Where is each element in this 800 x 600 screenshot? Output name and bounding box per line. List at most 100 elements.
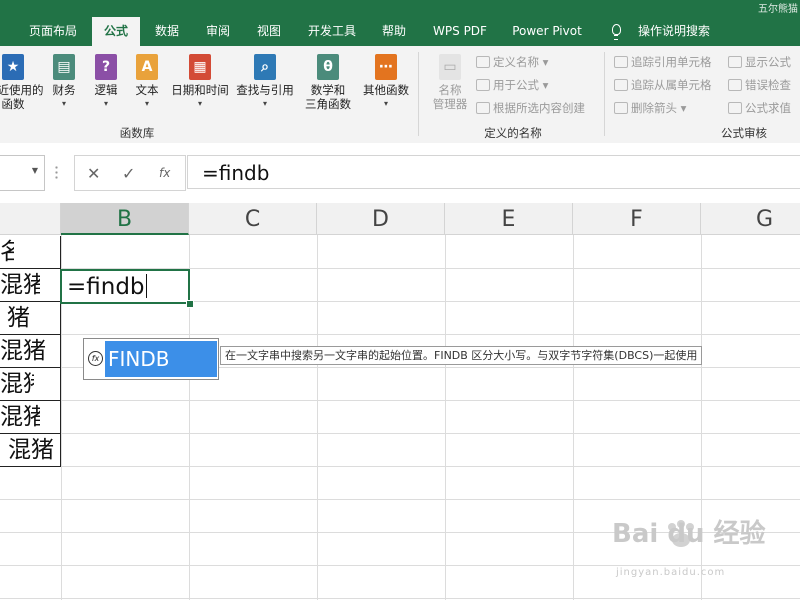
more-icon: ⋯ bbox=[375, 54, 397, 80]
cell-a[interactable]: 猪 bbox=[0, 302, 30, 335]
lookup-reference-button[interactable]: ⌕ 查找与引用 ▾ bbox=[234, 54, 296, 111]
watermark-text: Bai du 经验 bbox=[612, 519, 766, 549]
insert-function-icon[interactable]: fx bbox=[159, 166, 170, 180]
cell-a[interactable]: 混猪 bbox=[0, 401, 40, 434]
grid-line bbox=[0, 565, 800, 566]
magnifier-icon: ⌕ bbox=[254, 54, 276, 80]
group-separator bbox=[604, 52, 605, 136]
text-button[interactable]: A 文本 ▾ bbox=[128, 54, 166, 111]
autocomplete-item-findb[interactable]: fx FINDB bbox=[84, 339, 218, 379]
more-functions-button[interactable]: ⋯ 其他函数 ▾ bbox=[360, 54, 412, 111]
table-border bbox=[0, 334, 61, 335]
function-icon: fx bbox=[88, 351, 103, 366]
cancel-icon[interactable]: ✕ bbox=[87, 164, 100, 183]
column-header-b[interactable]: B bbox=[61, 203, 189, 235]
tab-page-layout[interactable]: 页面布局 bbox=[18, 17, 88, 46]
define-name-button[interactable]: 定义名称 ▾ bbox=[476, 54, 548, 70]
chevron-down-icon: ▾ bbox=[262, 99, 267, 108]
chevron-down-icon: ▾ bbox=[144, 99, 149, 108]
trace-precedents-button[interactable]: 追踪引用单元格 bbox=[614, 54, 712, 70]
tab-power-pivot[interactable]: Power Pivot bbox=[505, 17, 589, 46]
table-border bbox=[0, 466, 61, 467]
function-tooltip: 在一文字串中搜索另一文字串的起始位置。FINDB 区分大小写。与双字节字符集(D… bbox=[220, 346, 703, 365]
chevron-down-icon: ▾ bbox=[197, 99, 202, 108]
active-cell-b2[interactable]: =findb bbox=[60, 269, 190, 304]
group-label-formula-auditing: 公式审核 bbox=[721, 126, 767, 140]
name-manager-button[interactable]: ▭ 名称 管理器 bbox=[428, 54, 472, 111]
fill-handle[interactable] bbox=[186, 300, 194, 308]
remove-arrows-button[interactable]: 删除箭头 ▾ bbox=[614, 100, 686, 116]
financial-button[interactable]: ▤ 财务 ▾ bbox=[44, 54, 84, 111]
text-cursor bbox=[145, 274, 147, 298]
tab-developer[interactable]: 开发工具 bbox=[300, 17, 364, 46]
name-tag-icon: ▭ bbox=[439, 54, 461, 80]
recently-used-button[interactable]: ★ 最近使用的 函数 bbox=[0, 54, 44, 111]
theta-icon: θ bbox=[317, 54, 339, 80]
column-header-e[interactable]: E bbox=[445, 203, 573, 235]
cell-a[interactable]: 混猪 bbox=[0, 335, 46, 368]
trace-arrow-icon bbox=[614, 79, 628, 91]
formula-bar: ▼ ✕ ✓ fx =findb bbox=[0, 143, 800, 203]
enter-check-icon[interactable]: ✓ bbox=[122, 164, 135, 183]
cell-a[interactable]: 混猪 bbox=[0, 434, 54, 467]
error-checking-button[interactable]: 错误检查 bbox=[728, 77, 791, 93]
column-header-f[interactable]: F bbox=[573, 203, 701, 235]
watermark-url: jingyan.baidu.com bbox=[616, 567, 726, 578]
fx-icon bbox=[476, 79, 490, 91]
cell-a-header[interactable]: 名 bbox=[0, 236, 14, 269]
question-icon: ? bbox=[95, 54, 117, 80]
cell-a[interactable]: 混猪 bbox=[0, 269, 40, 302]
fx-icon bbox=[728, 102, 742, 114]
tab-wps-pdf[interactable]: WPS PDF bbox=[426, 17, 494, 46]
table-border bbox=[0, 301, 61, 302]
formula-buttons: ✕ ✓ fx bbox=[74, 155, 186, 191]
table-border bbox=[0, 268, 61, 269]
tab-formulas[interactable]: 公式 bbox=[92, 17, 140, 46]
use-in-formula-button[interactable]: 用于公式 ▾ bbox=[476, 77, 548, 93]
tab-help[interactable]: 帮助 bbox=[374, 17, 414, 46]
trace-dependents-button[interactable]: 追踪从属单元格 bbox=[614, 77, 712, 93]
window-title: 五尔熊猫 bbox=[758, 4, 798, 15]
text-a-icon: A bbox=[136, 54, 158, 80]
column-header-c[interactable]: C bbox=[189, 203, 317, 235]
evaluate-formula-button[interactable]: 公式求值 bbox=[728, 100, 791, 116]
chevron-down-icon[interactable]: ▼ bbox=[32, 166, 38, 175]
grid-line bbox=[0, 598, 800, 599]
tag-icon bbox=[476, 56, 490, 68]
column-header-g[interactable]: G bbox=[701, 203, 800, 235]
tab-review[interactable]: 审阅 bbox=[196, 17, 240, 46]
show-formulas-button[interactable]: 显示公式 bbox=[728, 54, 791, 70]
table-border bbox=[0, 400, 61, 401]
name-box[interactable]: ▼ bbox=[0, 155, 45, 191]
trace-arrow-icon bbox=[614, 56, 628, 68]
worksheet-grid[interactable]: B C D E F G 名 混猪 猪 混猪 混猪 混猪 混猪 =findb fx… bbox=[0, 203, 800, 600]
column-header-a[interactable] bbox=[0, 203, 61, 235]
show-formulas-icon bbox=[728, 56, 742, 68]
ribbon-tab-bar: 五尔熊猫 页面布局 公式 数据 审阅 视图 开发工具 帮助 WPS PDF Po… bbox=[0, 0, 800, 46]
formula-input[interactable]: =findb bbox=[187, 155, 800, 189]
chevron-down-icon: ▾ bbox=[103, 99, 108, 108]
table-border bbox=[0, 433, 61, 434]
table-border bbox=[0, 367, 61, 368]
grid-line bbox=[0, 466, 800, 467]
logical-button[interactable]: ? 逻辑 ▾ bbox=[86, 54, 126, 111]
table-icon bbox=[476, 102, 490, 114]
column-header-d[interactable]: D bbox=[317, 203, 445, 235]
group-label-function-library: 函数库 bbox=[119, 126, 155, 140]
error-check-icon bbox=[728, 79, 742, 91]
cell-a[interactable]: 混猪 bbox=[0, 368, 34, 401]
chevron-down-icon: ▾ bbox=[61, 99, 66, 108]
create-from-selection-button[interactable]: 根据所选内容创建 bbox=[476, 100, 585, 116]
tab-view[interactable]: 视图 bbox=[248, 17, 290, 46]
grid-line bbox=[573, 235, 574, 600]
group-separator bbox=[418, 52, 419, 136]
grid-line bbox=[0, 433, 800, 434]
tell-me-search[interactable]: 操作说明搜索 bbox=[630, 17, 718, 46]
grid-line bbox=[0, 499, 800, 500]
ribbon-formulas: ★ 最近使用的 函数 ▤ 财务 ▾ ? 逻辑 ▾ A 文本 ▾ ▦ 日期和时间 … bbox=[0, 46, 800, 144]
resize-handle[interactable] bbox=[55, 165, 58, 179]
date-time-button[interactable]: ▦ 日期和时间 ▾ bbox=[168, 54, 232, 111]
chevron-down-icon: ▾ bbox=[383, 99, 388, 108]
tab-data[interactable]: 数据 bbox=[144, 17, 190, 46]
math-trig-button[interactable]: θ 数学和 三角函数 bbox=[298, 54, 358, 111]
